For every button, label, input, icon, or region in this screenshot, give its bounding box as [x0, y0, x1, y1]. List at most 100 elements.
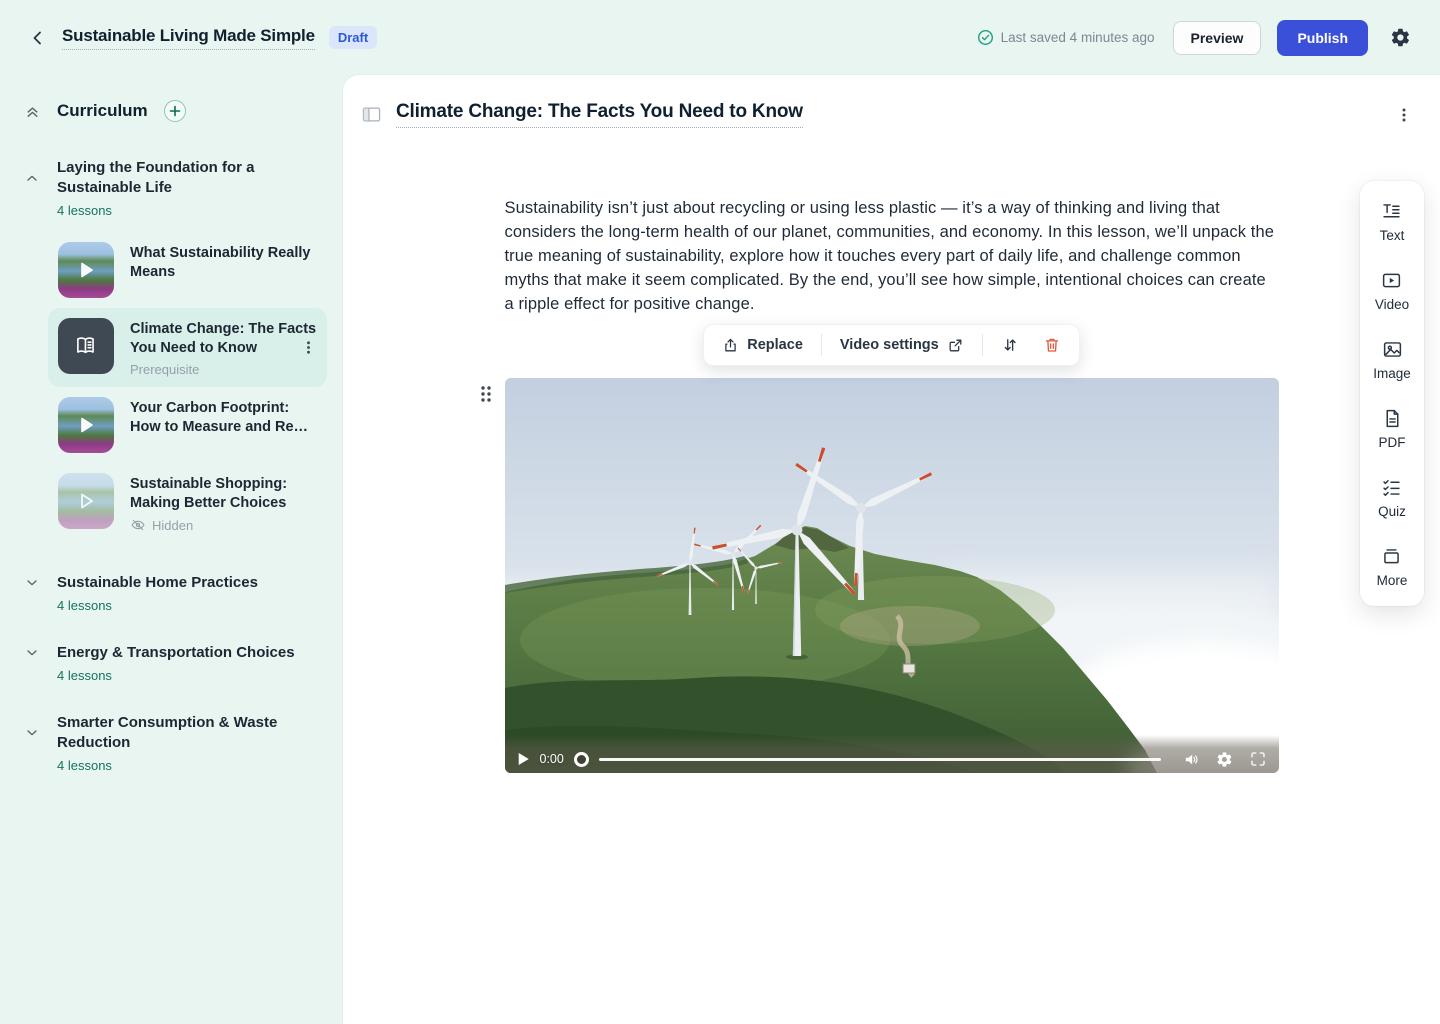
lesson-options-kebab[interactable] — [1392, 103, 1416, 127]
external-link-icon — [947, 337, 964, 354]
lesson-editor-card: Climate Change: The Facts You Need to Kn… — [343, 75, 1440, 1024]
open-book-icon — [73, 333, 99, 359]
insert-more-label: More — [1377, 573, 1408, 588]
play-icon — [58, 397, 114, 453]
course-title[interactable]: Sustainable Living Made Simple — [62, 26, 315, 50]
curriculum-section: Sustainable Home Practices 4 lessons — [24, 573, 329, 613]
chevron-down-icon — [24, 575, 40, 591]
lesson-header: Climate Change: The Facts You Need to Kn… — [343, 75, 1440, 128]
lesson-info: What Sustainability Really Means — [130, 242, 317, 282]
hidden-label: Hidden — [152, 518, 193, 533]
insert-video-button[interactable]: Video — [1375, 270, 1409, 312]
publish-button[interactable]: Publish — [1277, 20, 1368, 56]
video-block[interactable]: 0:00 — [505, 378, 1279, 773]
section-title: Laying the Foundation for a Sustainable … — [57, 158, 307, 198]
lesson-title: Sustainable Shopping: Making Better Choi… — [130, 475, 317, 513]
lesson-title: What Sustainability Really Means — [130, 244, 317, 282]
lesson-paragraph[interactable]: Sustainability isn’t just about recyclin… — [505, 196, 1279, 316]
saved-status-text: Last saved 4 minutes ago — [1001, 30, 1155, 45]
section-header[interactable]: Laying the Foundation for a Sustainable … — [24, 158, 329, 198]
collapse-all-icon[interactable] — [24, 103, 41, 120]
chevron-down-icon — [24, 645, 40, 661]
curriculum-section: Energy & Transportation Choices 4 lesson… — [24, 643, 329, 683]
insert-more-button[interactable]: More — [1377, 546, 1408, 588]
lesson-page-title[interactable]: Climate Change: The Facts You Need to Kn… — [396, 101, 803, 128]
lesson-title: Your Carbon Footprint: How to Measure an… — [130, 399, 317, 437]
sort-arrows-icon — [1001, 336, 1019, 354]
lesson-info: Your Carbon Footprint: How to Measure an… — [130, 397, 317, 437]
insert-video-label: Video — [1375, 297, 1409, 312]
section-title: Smarter Consumption & Waste Reduction — [57, 713, 307, 753]
replace-label: Replace — [747, 337, 803, 353]
insert-image-label: Image — [1373, 366, 1411, 381]
lesson-row-selected[interactable]: Climate Change: The Facts You Need to Kn… — [48, 308, 327, 387]
seek-handle[interactable] — [574, 752, 589, 767]
delete-block-button[interactable] — [1033, 330, 1071, 360]
check-circle-icon — [977, 29, 994, 46]
section-header[interactable]: Energy & Transportation Choices — [24, 643, 329, 663]
insert-pdf-label: PDF — [1379, 435, 1406, 450]
more-blocks-icon — [1381, 546, 1402, 567]
toolbar-divider — [982, 334, 983, 356]
back-button[interactable] — [24, 24, 52, 52]
replace-button[interactable]: Replace — [712, 331, 813, 360]
settings-button[interactable] — [1384, 22, 1416, 54]
chevron-up-icon — [24, 170, 40, 186]
lesson-video-thumbnail — [58, 397, 114, 453]
toolbar-divider — [821, 334, 822, 356]
volume-button[interactable] — [1183, 751, 1200, 768]
lesson-row[interactable]: What Sustainability Really Means — [48, 232, 327, 308]
insert-block-panel: Text Video Image PDF Quiz — [1360, 181, 1424, 606]
pdf-block-icon — [1382, 408, 1403, 429]
lesson-reading-thumbnail — [58, 318, 114, 374]
lesson-body: Sustainability isn’t just about recyclin… — [505, 196, 1279, 773]
add-section-button[interactable] — [164, 100, 186, 122]
lesson-video-thumbnail — [58, 473, 114, 529]
curriculum-section: Smarter Consumption & Waste Reduction 4 … — [24, 713, 329, 773]
video-settings-label: Video settings — [840, 337, 939, 353]
top-bar: Sustainable Living Made Simple Draft Las… — [0, 0, 1440, 75]
section-lesson-count: 4 lessons — [57, 598, 329, 613]
lesson-kebab-menu[interactable] — [297, 337, 319, 359]
drag-handle-icon[interactable] — [479, 384, 492, 404]
preview-button[interactable]: Preview — [1173, 21, 1262, 55]
gear-icon — [1390, 27, 1411, 48]
insert-text-label: Text — [1380, 228, 1405, 243]
video-settings-button[interactable]: Video settings — [830, 331, 974, 360]
toggle-sidebar-icon[interactable] — [362, 106, 381, 123]
eye-off-icon — [130, 517, 146, 533]
insert-text-button[interactable]: Text — [1380, 201, 1405, 243]
section-lesson-count: 4 lessons — [57, 203, 329, 218]
section-lesson-count: 4 lessons — [57, 758, 329, 773]
player-right-controls — [1183, 750, 1267, 768]
insert-pdf-button[interactable]: PDF — [1379, 408, 1406, 450]
lesson-title: Climate Change: The Facts You Need to Kn… — [130, 320, 317, 358]
insert-quiz-button[interactable]: Quiz — [1378, 477, 1406, 519]
lesson-row-hidden[interactable]: Sustainable Shopping: Making Better Choi… — [48, 463, 327, 543]
section-header[interactable]: Smarter Consumption & Waste Reduction — [24, 713, 329, 753]
player-settings-button[interactable] — [1216, 751, 1233, 768]
saved-status: Last saved 4 minutes ago — [977, 29, 1155, 46]
curriculum-heading: Curriculum — [57, 101, 148, 121]
curriculum-header: Curriculum — [24, 100, 329, 122]
lesson-info: Sustainable Shopping: Making Better Choi… — [130, 473, 317, 533]
seek-bar[interactable] — [599, 758, 1161, 761]
curriculum-sidebar: Curriculum Laying the Foundation for a S… — [0, 75, 343, 1024]
video-frame-wind-turbines[interactable]: 0:00 — [505, 378, 1279, 773]
current-time: 0:00 — [540, 752, 564, 766]
lesson-list: What Sustainability Really Means Climate… — [48, 232, 329, 543]
move-block-button[interactable] — [991, 330, 1029, 360]
video-block-toolbar: Replace Video settings — [703, 324, 1079, 366]
curriculum-section: Laying the Foundation for a Sustainable … — [24, 158, 329, 543]
section-header[interactable]: Sustainable Home Practices — [24, 573, 329, 593]
chevron-down-icon — [24, 725, 40, 741]
insert-image-button[interactable]: Image — [1373, 339, 1411, 381]
trash-icon — [1043, 336, 1061, 354]
section-title: Sustainable Home Practices — [57, 573, 258, 593]
play-button[interactable] — [517, 752, 530, 766]
section-lesson-count: 4 lessons — [57, 668, 329, 683]
lesson-row[interactable]: Your Carbon Footprint: How to Measure an… — [48, 387, 327, 463]
fullscreen-button[interactable] — [1249, 750, 1267, 768]
back-chevron-icon — [29, 29, 47, 47]
lesson-tag-prerequisite: Prerequisite — [130, 362, 317, 377]
